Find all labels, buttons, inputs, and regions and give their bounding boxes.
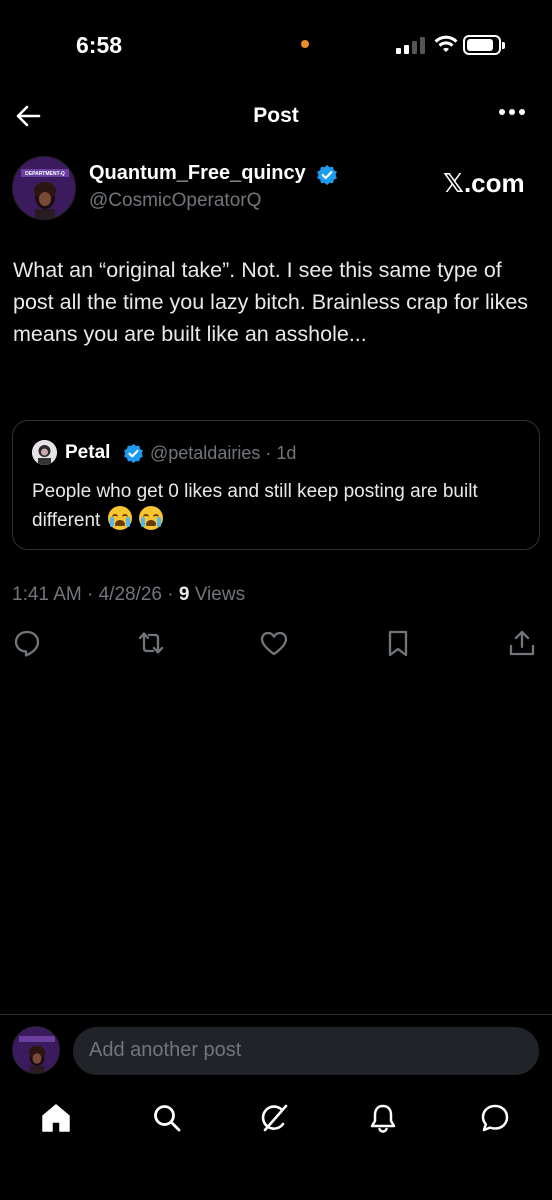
page-title: Post xyxy=(253,104,299,127)
x-com-watermark: 𝕏.com xyxy=(443,168,525,198)
grok-icon[interactable] xyxy=(258,1102,290,1134)
battery-icon xyxy=(463,35,505,55)
messages-icon[interactable] xyxy=(479,1102,511,1134)
quoted-author-avatar xyxy=(32,440,57,465)
quoted-post-text: People who get 0 likes and still keep po… xyxy=(32,477,527,535)
quoted-post-body: People who get 0 likes and still keep po… xyxy=(32,481,478,531)
author-avatar[interactable]: DEPARTMENT-Q xyxy=(12,156,76,220)
like-heart-icon[interactable] xyxy=(259,628,289,658)
share-icon[interactable] xyxy=(507,628,537,658)
quoted-author-name: Petal xyxy=(65,442,111,463)
notifications-bell-icon[interactable] xyxy=(367,1102,399,1134)
post-text: What an “original take”. Not. I see this… xyxy=(13,258,529,346)
quoted-post-age: · 1d xyxy=(260,443,297,463)
status-time: 6:58 xyxy=(76,32,123,58)
quoted-author-meta: @petaldairies · 1d xyxy=(150,443,296,464)
add-another-post-input[interactable]: Add another post xyxy=(73,1027,539,1075)
views-count: 9 xyxy=(178,584,190,605)
status-bar: 6:58 xyxy=(0,0,552,90)
reply-icon[interactable] xyxy=(12,628,42,658)
search-icon[interactable] xyxy=(151,1102,183,1134)
more-options-icon[interactable] xyxy=(498,108,526,116)
author-name[interactable]: Quantum_Free_quincy xyxy=(89,162,306,185)
cellular-signal-icon xyxy=(396,36,426,54)
views-label: Views xyxy=(189,584,246,605)
verified-badge-icon xyxy=(317,165,337,185)
post-timestamp: 1:41 AM · 4/28/26 · xyxy=(12,584,179,605)
home-icon[interactable] xyxy=(40,1102,72,1134)
author-handle[interactable]: @CosmicOperatorQ xyxy=(89,190,261,212)
composer-divider xyxy=(0,1014,552,1015)
top-header: Post xyxy=(0,96,552,136)
verified-badge-icon xyxy=(124,443,143,464)
quoted-author-handle: @petaldairies xyxy=(150,443,261,463)
crying-emoji-icon xyxy=(138,506,163,530)
privacy-indicator-dot xyxy=(301,40,309,48)
post-meta: 1:41 AM · 4/28/26 · 9 Views xyxy=(12,584,245,606)
wifi-icon xyxy=(434,35,458,52)
bookmark-icon[interactable] xyxy=(383,628,413,658)
quoted-post-card[interactable]: Petal @petaldairies · 1d People who get … xyxy=(12,420,540,550)
current-user-avatar[interactable] xyxy=(12,1026,60,1074)
crying-emoji-icon xyxy=(107,506,132,530)
repost-icon[interactable] xyxy=(136,628,166,658)
avatar-logo-text: DEPARTMENT-Q xyxy=(25,171,65,177)
